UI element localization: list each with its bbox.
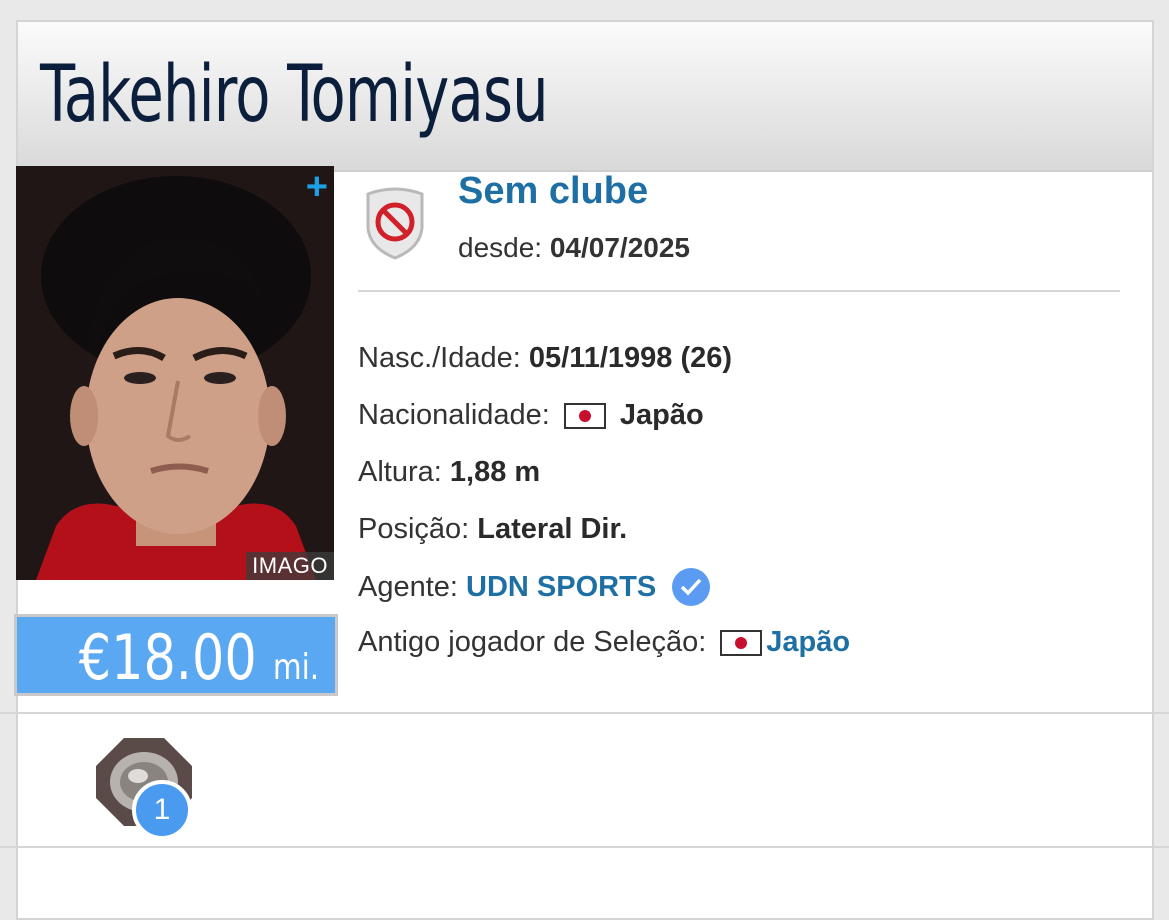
nationality-value: Japão	[619, 399, 704, 431]
position-value: Lateral Dir.	[477, 513, 628, 545]
player-photo[interactable]: + IMAGO	[16, 166, 334, 580]
market-value-amount: €18.00	[78, 621, 257, 694]
player-last-name: Tomiyasu	[287, 50, 549, 140]
since-label: desde:	[458, 232, 543, 263]
player-first-name: Takehiro	[40, 50, 270, 140]
divider	[358, 290, 1120, 292]
former-international-row: Antigo jogador de Seleção: Japão	[358, 626, 850, 659]
no-club-shield-icon[interactable]	[362, 184, 428, 265]
trophy-count-badge: 1	[132, 780, 192, 840]
player-name: Takehiro Tomiyasu	[40, 56, 549, 134]
former-intl-label: Antigo jogador de Seleção:	[358, 626, 707, 658]
agent-row: Agente: UDN SPORTS	[358, 568, 711, 606]
player-portrait	[16, 166, 334, 580]
birth-row: Nasc./Idade: 05/11/1998 (26)	[358, 342, 732, 375]
japan-flag-icon	[563, 402, 606, 429]
club-name-link[interactable]: Sem clube	[458, 170, 648, 213]
former-intl-link[interactable]: Japão	[766, 626, 850, 659]
position-row: Posição: Lateral Dir.	[358, 513, 627, 546]
nationality-label: Nacionalidade:	[358, 399, 550, 431]
nationality-row: Nacionalidade: Japão	[358, 399, 704, 432]
verified-check-icon	[672, 568, 711, 606]
divider	[0, 846, 1169, 848]
birth-label: Nasc./Idade:	[358, 342, 521, 374]
market-value: €18.00 mi.	[79, 617, 319, 709]
birth-value: 05/11/1998 (26)	[528, 342, 733, 374]
profile-header: Takehiro Tomiyasu	[18, 22, 1152, 172]
position-label: Posição:	[358, 513, 470, 545]
since-date: 04/07/2025	[549, 232, 690, 263]
height-value: 1,88 m	[449, 456, 541, 488]
height-row: Altura: 1,88 m	[358, 456, 540, 489]
photo-credit: IMAGO	[246, 552, 334, 580]
divider	[0, 712, 1169, 714]
height-label: Altura:	[358, 456, 442, 488]
agent-link[interactable]: UDN SPORTS	[466, 571, 656, 604]
expand-photo-plus-icon[interactable]: +	[306, 168, 328, 206]
club-since: desde: 04/07/2025	[458, 232, 690, 264]
agent-label: Agente:	[358, 570, 458, 603]
market-value-box[interactable]: €18.00 mi.	[14, 614, 338, 696]
market-value-unit: mi.	[272, 647, 319, 688]
japan-flag-icon	[720, 629, 763, 656]
